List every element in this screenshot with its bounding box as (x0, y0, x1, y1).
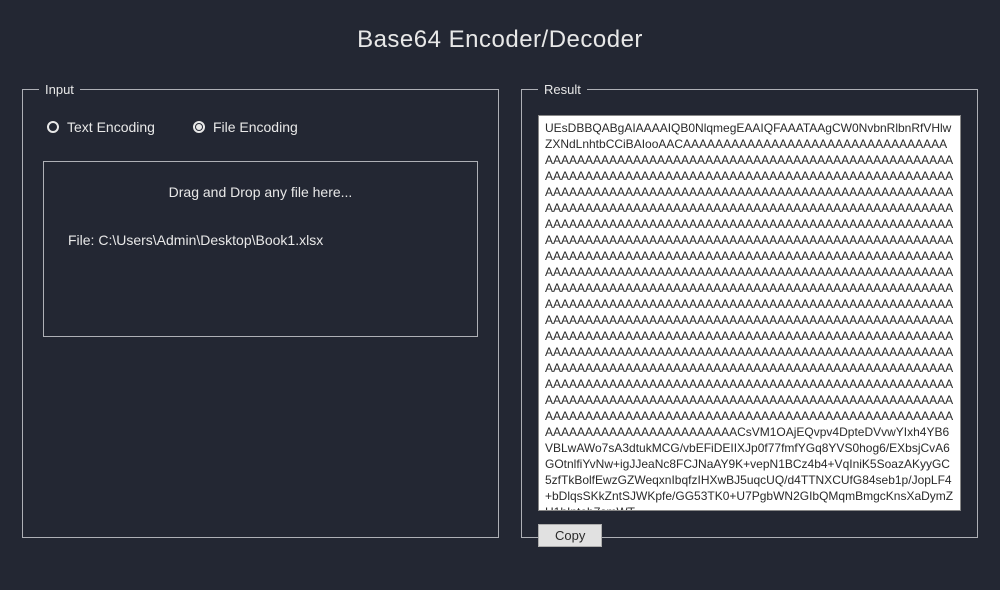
selected-file-path: File: C:\Users\Admin\Desktop\Book1.xlsx (68, 232, 457, 248)
radio-icon (47, 121, 59, 133)
copy-button[interactable]: Copy (538, 524, 602, 547)
text-encoding-label: Text Encoding (67, 119, 155, 135)
file-drop-zone[interactable]: Drag and Drop any file here... File: C:\… (43, 161, 478, 337)
radio-icon (193, 121, 205, 133)
file-encoding-label: File Encoding (213, 119, 298, 135)
result-legend: Result (538, 82, 587, 97)
page-title: Base64 Encoder/Decoder (0, 26, 1000, 54)
main-panels: Input Text Encoding File Encoding Drag a… (0, 82, 1000, 538)
input-legend: Input (39, 82, 80, 97)
file-prefix: File: (68, 232, 98, 248)
encoding-mode-row: Text Encoding File Encoding (39, 119, 482, 135)
drop-hint: Drag and Drop any file here... (64, 184, 457, 200)
result-group: Result Copy (521, 82, 978, 538)
file-encoding-radio[interactable]: File Encoding (193, 119, 298, 135)
input-group: Input Text Encoding File Encoding Drag a… (22, 82, 499, 538)
file-path-value: C:\Users\Admin\Desktop\Book1.xlsx (98, 232, 323, 248)
text-encoding-radio[interactable]: Text Encoding (47, 119, 155, 135)
result-output[interactable] (538, 115, 961, 511)
